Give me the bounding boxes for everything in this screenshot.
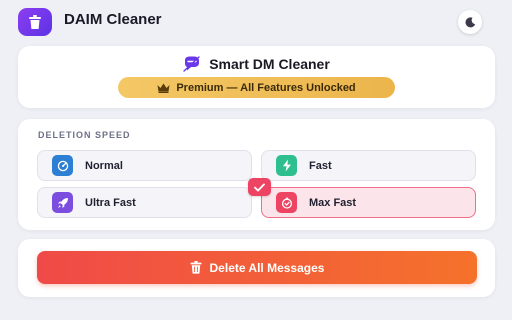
brand-card: Smart DM Cleaner Premium — All Features … — [18, 46, 495, 108]
chat-bubble-icon — [183, 56, 200, 72]
trash-icon — [190, 261, 202, 274]
rocket-icon — [52, 192, 73, 213]
lightning-icon — [276, 155, 297, 176]
trash-icon — [29, 14, 41, 29]
checkmark-icon — [254, 183, 265, 191]
delete-all-messages-button[interactable]: Delete All Messages — [37, 251, 477, 284]
selected-check-badge — [248, 178, 271, 196]
gauge-icon — [52, 155, 73, 176]
stopwatch-icon — [276, 192, 297, 213]
speed-option-max-fast[interactable]: Max Fast — [261, 187, 476, 218]
crown-icon — [157, 83, 170, 93]
speed-option-label: Normal — [85, 159, 123, 172]
speed-option-ultra-fast[interactable]: Ultra Fast — [37, 187, 252, 218]
brand-title: Smart DM Cleaner — [209, 56, 330, 72]
speed-option-label: Fast — [309, 159, 332, 172]
delete-button-label: Delete All Messages — [209, 260, 325, 275]
deletion-speed-card: DELETION SPEED Normal Fast Ultra Fast Ma… — [18, 119, 495, 230]
speed-option-label: Ultra Fast — [85, 196, 136, 209]
app-header: DAIM Cleaner — [0, 0, 512, 44]
premium-badge-label: Premium — All Features Unlocked — [176, 81, 356, 94]
action-card: Delete All Messages — [18, 239, 495, 297]
moon-icon — [465, 16, 475, 27]
speed-option-label: Max Fast — [309, 196, 357, 209]
section-label: DELETION SPEED — [38, 130, 131, 140]
speed-option-normal[interactable]: Normal — [37, 150, 252, 181]
app-logo — [18, 8, 52, 36]
app-title: DAIM Cleaner — [64, 11, 162, 28]
speed-option-fast[interactable]: Fast — [261, 150, 476, 181]
premium-badge: Premium — All Features Unlocked — [118, 77, 395, 98]
theme-toggle-button[interactable] — [458, 10, 482, 34]
brand-row: Smart DM Cleaner — [18, 56, 495, 72]
